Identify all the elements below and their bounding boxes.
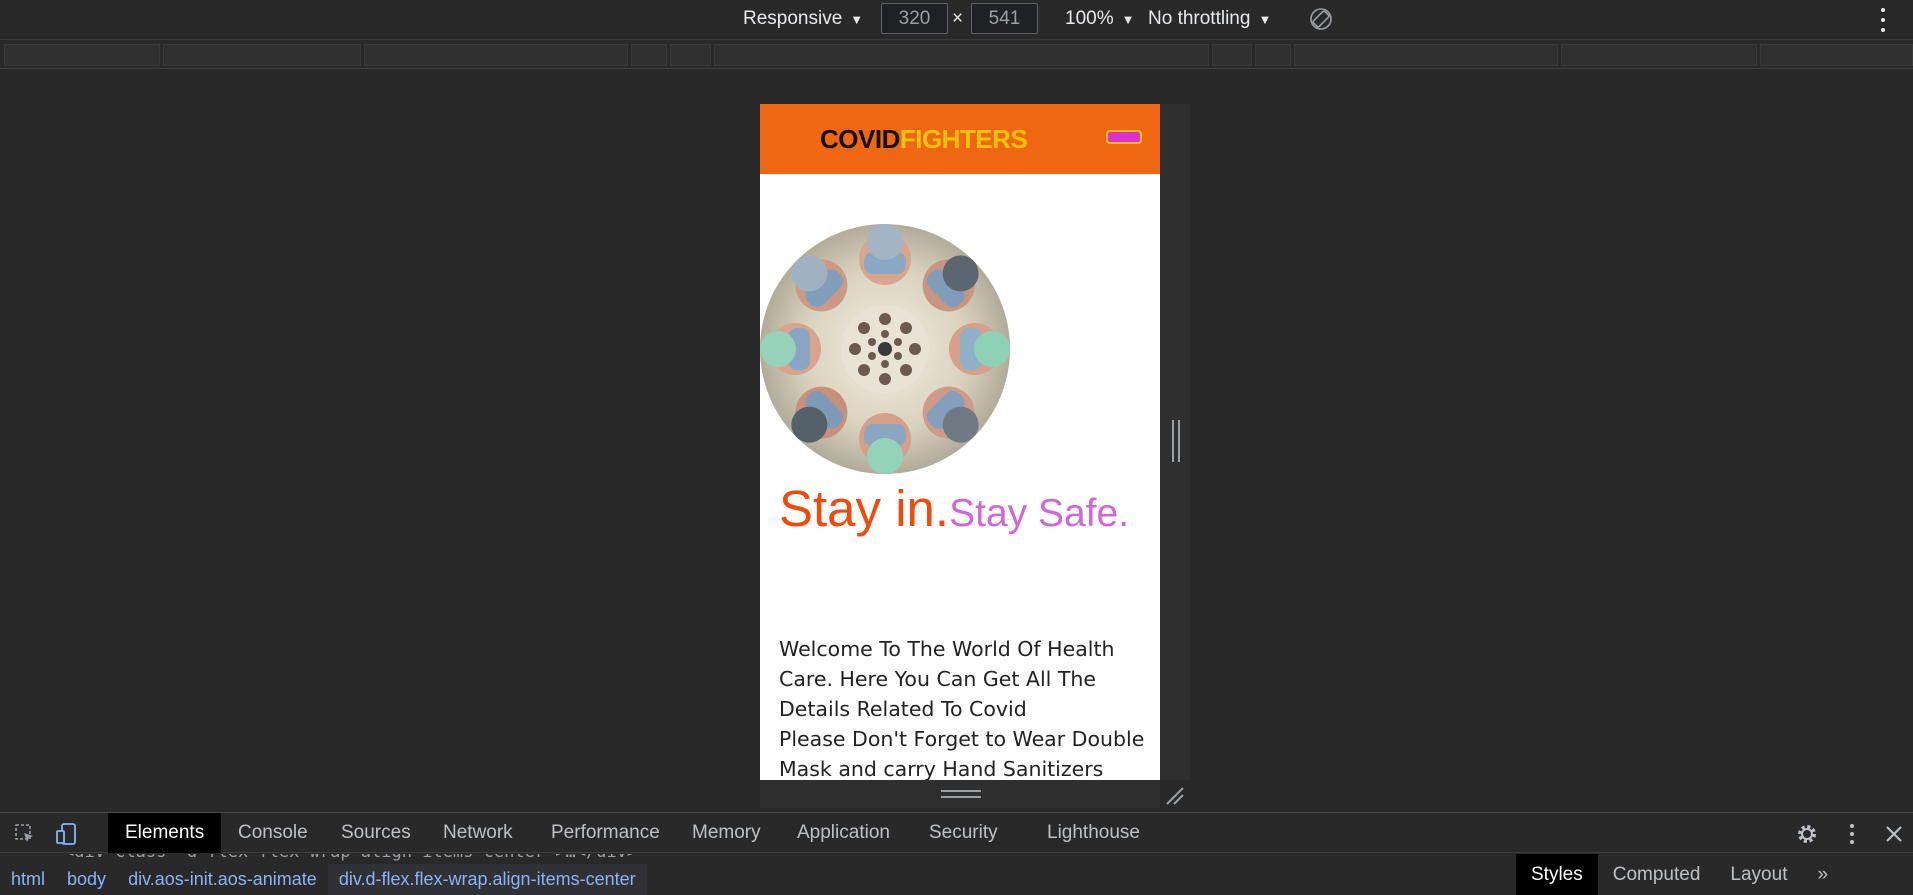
- caret-down-icon: ▼: [1121, 11, 1135, 27]
- height-input[interactable]: 541: [971, 3, 1038, 34]
- caret-down-icon: ▼: [1258, 11, 1272, 27]
- dom-code-line: <div class="d-flex flex-wrap align-items…: [0, 854, 1510, 864]
- doctors-circle-image: [760, 224, 1010, 474]
- safety-paragraph: Please Don't Forget to Wear Double Mask …: [779, 727, 1145, 780]
- corner-resize-icon[interactable]: [1165, 786, 1185, 806]
- tab-performance[interactable]: Performance: [534, 813, 677, 853]
- media-query-segment[interactable]: [4, 44, 160, 66]
- more-options-icon[interactable]: [1880, 8, 1886, 32]
- emulated-page: COVIDFIGHTERS Stay in.Stay Safe. Welcome…: [760, 104, 1160, 780]
- tab-security[interactable]: Security: [912, 813, 1015, 853]
- zoom-label: 100%: [1065, 8, 1114, 29]
- inspect-element-icon[interactable]: [14, 823, 36, 845]
- breadcrumb-html[interactable]: html: [0, 864, 56, 895]
- styles-pane-tabs: Styles Computed Layout »: [1516, 854, 1843, 895]
- devtools-tab-bar: Elements Console Sources Network Perform…: [0, 813, 1913, 853]
- throttling-selector[interactable]: No throttling ▼: [1148, 8, 1271, 30]
- breadcrumb: html body div.aos-init.aos-animate div.d…: [0, 864, 647, 895]
- brand-part-covid: COVID: [820, 124, 900, 154]
- tab-network[interactable]: Network: [426, 813, 530, 853]
- tab-memory[interactable]: Memory: [675, 813, 778, 853]
- tagline-stay-in: Stay in.: [779, 480, 950, 537]
- media-query-segment[interactable]: [1212, 44, 1252, 66]
- tagline-stay-safe: Stay Safe.: [949, 492, 1130, 535]
- dimension-separator: ×: [952, 8, 964, 29]
- media-query-bar: [0, 41, 1913, 69]
- media-query-segment[interactable]: [1760, 44, 1913, 66]
- welcome-text: Welcome To The World Of Health Care. Her…: [779, 634, 1149, 780]
- breadcrumb-aos-div[interactable]: div.aos-init.aos-animate: [117, 864, 328, 895]
- more-tabs-chevron-icon[interactable]: »: [1802, 854, 1843, 895]
- zoom-selector[interactable]: 100% ▼: [1065, 8, 1134, 30]
- media-query-segment[interactable]: [364, 44, 628, 66]
- breadcrumb-flex-div[interactable]: div.d-flex.flex-wrap.align-items-center: [327, 864, 647, 895]
- device-viewport-area: COVIDFIGHTERS Stay in.Stay Safe. Welcome…: [0, 70, 1913, 812]
- settings-gear-icon[interactable]: [1795, 822, 1819, 846]
- tab-application[interactable]: Application: [780, 813, 907, 853]
- resize-grip-icon[interactable]: [1172, 420, 1180, 462]
- breadcrumb-body[interactable]: body: [56, 864, 117, 895]
- device-toggle-icon[interactable]: [56, 823, 78, 845]
- close-icon[interactable]: [1882, 822, 1906, 846]
- media-query-segment[interactable]: [631, 44, 667, 66]
- media-query-segment[interactable]: [1561, 44, 1757, 66]
- tab-sources[interactable]: Sources: [324, 813, 428, 853]
- media-query-segment[interactable]: [163, 44, 361, 66]
- rotate-icon[interactable]: [1309, 7, 1333, 31]
- brand-part-fighters: FIGHTERS: [899, 124, 1028, 154]
- width-input[interactable]: 320: [881, 3, 948, 34]
- media-query-segment[interactable]: [1255, 44, 1291, 66]
- device-selector[interactable]: Responsive ▼: [743, 8, 863, 30]
- tab-styles[interactable]: Styles: [1516, 854, 1598, 895]
- menu-toggle-button[interactable]: [1106, 130, 1142, 144]
- tab-computed[interactable]: Computed: [1598, 854, 1716, 895]
- site-header: COVIDFIGHTERS: [760, 104, 1160, 174]
- more-options-icon[interactable]: [1840, 822, 1864, 846]
- media-query-segment[interactable]: [714, 44, 1209, 66]
- tab-lighthouse[interactable]: Lighthouse: [1030, 813, 1157, 853]
- dom-code-snippet[interactable]: <div class="d-flex flex-wrap align-items…: [64, 854, 637, 862]
- throttling-label: No throttling: [1148, 8, 1251, 29]
- brand-logo[interactable]: COVIDFIGHTERS: [820, 124, 1028, 155]
- device-toolbar: Responsive ▼ 320 × 541 100% ▼ No throttl…: [0, 0, 1913, 40]
- media-query-segment[interactable]: [670, 44, 711, 66]
- devtools-panel: Elements Console Sources Network Perform…: [0, 812, 1913, 895]
- welcome-paragraph: Welcome To The World Of Health Care. Her…: [779, 637, 1115, 721]
- media-query-segment[interactable]: [1294, 44, 1558, 66]
- tab-console[interactable]: Console: [221, 813, 325, 853]
- tab-layout[interactable]: Layout: [1715, 854, 1802, 895]
- device-selector-label: Responsive: [743, 8, 843, 29]
- caret-down-icon: ▼: [850, 11, 864, 27]
- hero-tagline: Stay in.Stay Safe.: [779, 479, 1129, 538]
- resize-grip-icon[interactable]: [941, 790, 981, 798]
- tab-elements[interactable]: Elements: [108, 813, 222, 853]
